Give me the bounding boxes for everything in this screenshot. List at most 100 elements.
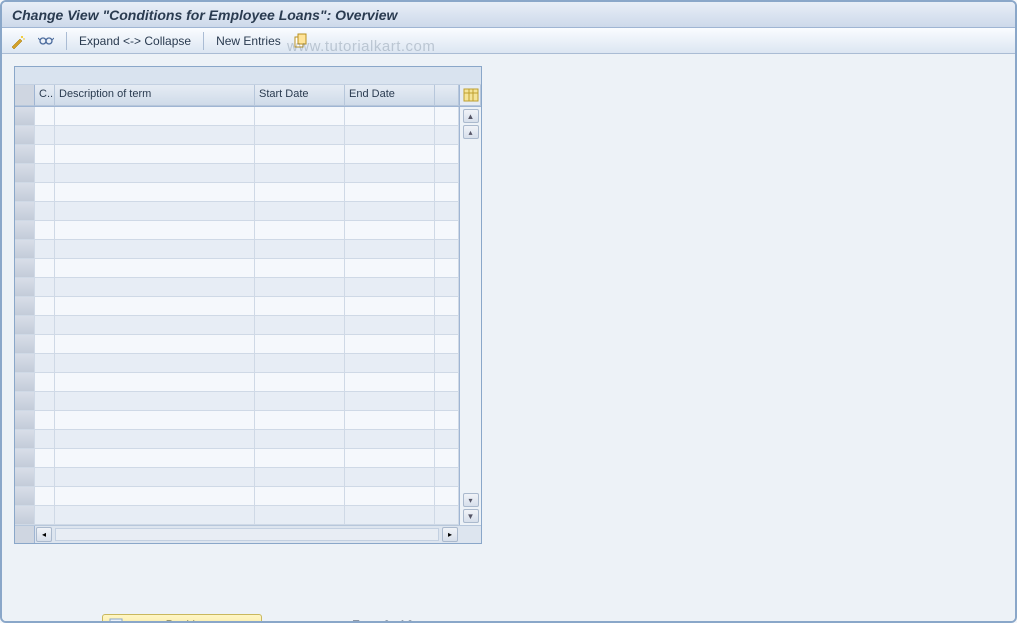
cell-description[interactable] <box>55 449 255 468</box>
row-selector[interactable] <box>15 183 35 202</box>
edit-wand-icon[interactable] <box>10 33 26 49</box>
table-row[interactable] <box>15 183 459 202</box>
cell-end-date[interactable] <box>345 487 435 506</box>
table-row[interactable] <box>15 468 459 487</box>
cell-code[interactable] <box>35 202 55 221</box>
copy-as-icon[interactable] <box>293 33 309 49</box>
cell-end-date[interactable] <box>345 392 435 411</box>
cell-description[interactable] <box>55 392 255 411</box>
new-entries-button[interactable]: New Entries <box>216 34 281 48</box>
cell-start-date[interactable] <box>255 183 345 202</box>
table-row[interactable] <box>15 316 459 335</box>
row-selector[interactable] <box>15 297 35 316</box>
cell-start-date[interactable] <box>255 164 345 183</box>
cell-end-date[interactable] <box>345 221 435 240</box>
table-row[interactable] <box>15 164 459 183</box>
cell-end-date[interactable] <box>345 145 435 164</box>
table-row[interactable] <box>15 430 459 449</box>
cell-code[interactable] <box>35 373 55 392</box>
cell-start-date[interactable] <box>255 506 345 525</box>
cell-description[interactable] <box>55 430 255 449</box>
cell-end-date[interactable] <box>345 354 435 373</box>
cell-end-date[interactable] <box>345 449 435 468</box>
table-row[interactable] <box>15 411 459 430</box>
row-selector[interactable] <box>15 335 35 354</box>
cell-start-date[interactable] <box>255 240 345 259</box>
row-selector[interactable] <box>15 392 35 411</box>
cell-start-date[interactable] <box>255 430 345 449</box>
cell-code[interactable] <box>35 354 55 373</box>
row-selector[interactable] <box>15 316 35 335</box>
cell-description[interactable] <box>55 107 255 126</box>
cell-end-date[interactable] <box>345 316 435 335</box>
cell-end-date[interactable] <box>345 506 435 525</box>
display-icon[interactable] <box>38 33 54 49</box>
cell-start-date[interactable] <box>255 449 345 468</box>
scroll-up-step-icon[interactable]: ▴ <box>463 125 479 139</box>
cell-start-date[interactable] <box>255 316 345 335</box>
table-row[interactable] <box>15 297 459 316</box>
cell-end-date[interactable] <box>345 164 435 183</box>
cell-code[interactable] <box>35 468 55 487</box>
cell-description[interactable] <box>55 487 255 506</box>
row-selector[interactable] <box>15 411 35 430</box>
cell-end-date[interactable] <box>345 373 435 392</box>
column-header-code[interactable]: C.. <box>35 85 55 106</box>
cell-description[interactable] <box>55 164 255 183</box>
cell-start-date[interactable] <box>255 468 345 487</box>
cell-code[interactable] <box>35 126 55 145</box>
table-settings-icon[interactable] <box>461 86 481 104</box>
select-all-header[interactable] <box>15 85 35 106</box>
column-header-end-date[interactable]: End Date <box>345 85 435 106</box>
cell-end-date[interactable] <box>345 107 435 126</box>
cell-description[interactable] <box>55 240 255 259</box>
cell-code[interactable] <box>35 297 55 316</box>
cell-description[interactable] <box>55 126 255 145</box>
cell-code[interactable] <box>35 183 55 202</box>
cell-description[interactable] <box>55 316 255 335</box>
row-selector[interactable] <box>15 468 35 487</box>
table-row[interactable] <box>15 278 459 297</box>
table-row[interactable] <box>15 392 459 411</box>
cell-start-date[interactable] <box>255 392 345 411</box>
table-row[interactable] <box>15 107 459 126</box>
cell-end-date[interactable] <box>345 430 435 449</box>
cell-start-date[interactable] <box>255 259 345 278</box>
cell-start-date[interactable] <box>255 145 345 164</box>
table-row[interactable] <box>15 259 459 278</box>
table-row[interactable] <box>15 221 459 240</box>
expand-collapse-button[interactable]: Expand <-> Collapse <box>79 34 191 48</box>
row-selector[interactable] <box>15 259 35 278</box>
cell-description[interactable] <box>55 259 255 278</box>
cell-description[interactable] <box>55 354 255 373</box>
cell-description[interactable] <box>55 468 255 487</box>
row-selector[interactable] <box>15 278 35 297</box>
horizontal-scrollbar[interactable]: ◂ ▸ <box>15 525 481 543</box>
scroll-up-icon[interactable]: ▲ <box>463 109 479 123</box>
row-selector[interactable] <box>15 126 35 145</box>
cell-end-date[interactable] <box>345 126 435 145</box>
cell-code[interactable] <box>35 487 55 506</box>
cell-start-date[interactable] <box>255 487 345 506</box>
cell-end-date[interactable] <box>345 183 435 202</box>
table-row[interactable] <box>15 202 459 221</box>
cell-description[interactable] <box>55 221 255 240</box>
cell-start-date[interactable] <box>255 278 345 297</box>
row-selector[interactable] <box>15 221 35 240</box>
cell-code[interactable] <box>35 221 55 240</box>
row-selector[interactable] <box>15 430 35 449</box>
table-row[interactable] <box>15 126 459 145</box>
table-row[interactable] <box>15 354 459 373</box>
cell-code[interactable] <box>35 240 55 259</box>
cell-end-date[interactable] <box>345 278 435 297</box>
scroll-right-icon[interactable]: ▸ <box>442 527 458 542</box>
scroll-down-icon[interactable]: ▼ <box>463 509 479 523</box>
cell-code[interactable] <box>35 164 55 183</box>
cell-code[interactable] <box>35 278 55 297</box>
cell-description[interactable] <box>55 506 255 525</box>
hscroll-track[interactable] <box>55 528 439 541</box>
position-button[interactable]: Position... <box>102 614 262 623</box>
cell-end-date[interactable] <box>345 259 435 278</box>
row-selector[interactable] <box>15 354 35 373</box>
cell-description[interactable] <box>55 335 255 354</box>
